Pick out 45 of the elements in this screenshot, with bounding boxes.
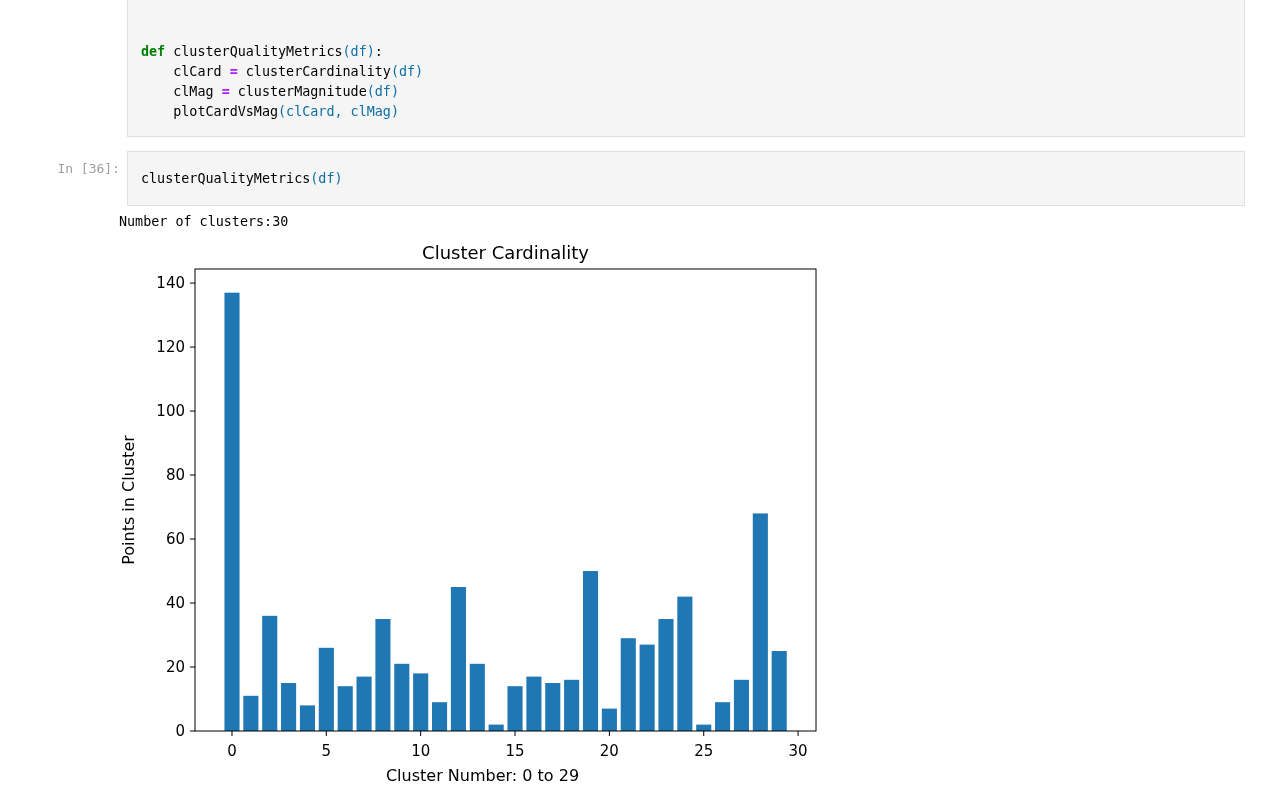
x-axis-label: Cluster Number: 0 to 29 xyxy=(385,766,580,785)
bar xyxy=(545,683,561,731)
y-tick-label: 100 xyxy=(156,402,185,421)
bar xyxy=(299,705,315,731)
bar xyxy=(601,708,617,731)
x-tick-label: 25 xyxy=(694,742,714,760)
bar xyxy=(281,683,297,731)
y-tick-label: 60 xyxy=(165,530,185,549)
bar xyxy=(715,702,731,731)
code-line: clusterQualityMetrics(df) xyxy=(141,170,344,188)
bar xyxy=(526,676,542,731)
y-tick-label: 140 xyxy=(156,274,185,293)
bar xyxy=(356,676,372,731)
bar xyxy=(507,686,523,731)
y-axis-label: Points in Cluster xyxy=(119,435,138,565)
bar xyxy=(432,702,448,731)
y-tick-label: 20 xyxy=(165,658,185,676)
y-tick-label: 80 xyxy=(165,466,185,485)
code-line: def clusterQualityMetrics(df): xyxy=(141,43,384,61)
x-tick-label: 20 xyxy=(599,742,619,760)
y-tick-label: 120 xyxy=(156,338,185,357)
code-line: clMag = clusterMagnitude(df) xyxy=(172,83,400,101)
bar xyxy=(413,673,429,731)
bar xyxy=(469,663,485,731)
x-tick-label: 15 xyxy=(505,742,525,760)
x-tick-label: 5 xyxy=(321,742,332,760)
code-cell[interactable]: def clusterQualityMetrics(df): clCard = clusterCardinality(df) clMag = clusterMagnitude(df) plotCardVsMag(clCard, clMag) xyxy=(127,0,1245,137)
chart-title: Cluster Cardinality xyxy=(422,242,589,263)
bar xyxy=(394,663,410,731)
code-line: plotCardVsMag(clCard, clMag) xyxy=(172,103,400,121)
y-tick-label: 0 xyxy=(175,722,185,740)
x-tick-label: 30 xyxy=(788,742,808,760)
y-tick-label: 40 xyxy=(165,594,185,612)
bar xyxy=(488,724,504,731)
code-cell[interactable]: clusterQualityMetrics(df) xyxy=(127,151,1245,206)
bar xyxy=(337,686,353,731)
x-tick-label: 10 xyxy=(411,742,431,760)
code-line: clCard = clusterCardinality(df) xyxy=(172,63,425,81)
cell-prompt: In [36]: xyxy=(56,160,121,176)
bar xyxy=(243,695,259,731)
x-tick-label: 0 xyxy=(227,742,237,760)
output-text: Number of clusters:30 xyxy=(119,214,290,229)
bar xyxy=(733,679,749,731)
bar xyxy=(564,679,580,731)
bar xyxy=(696,724,712,731)
